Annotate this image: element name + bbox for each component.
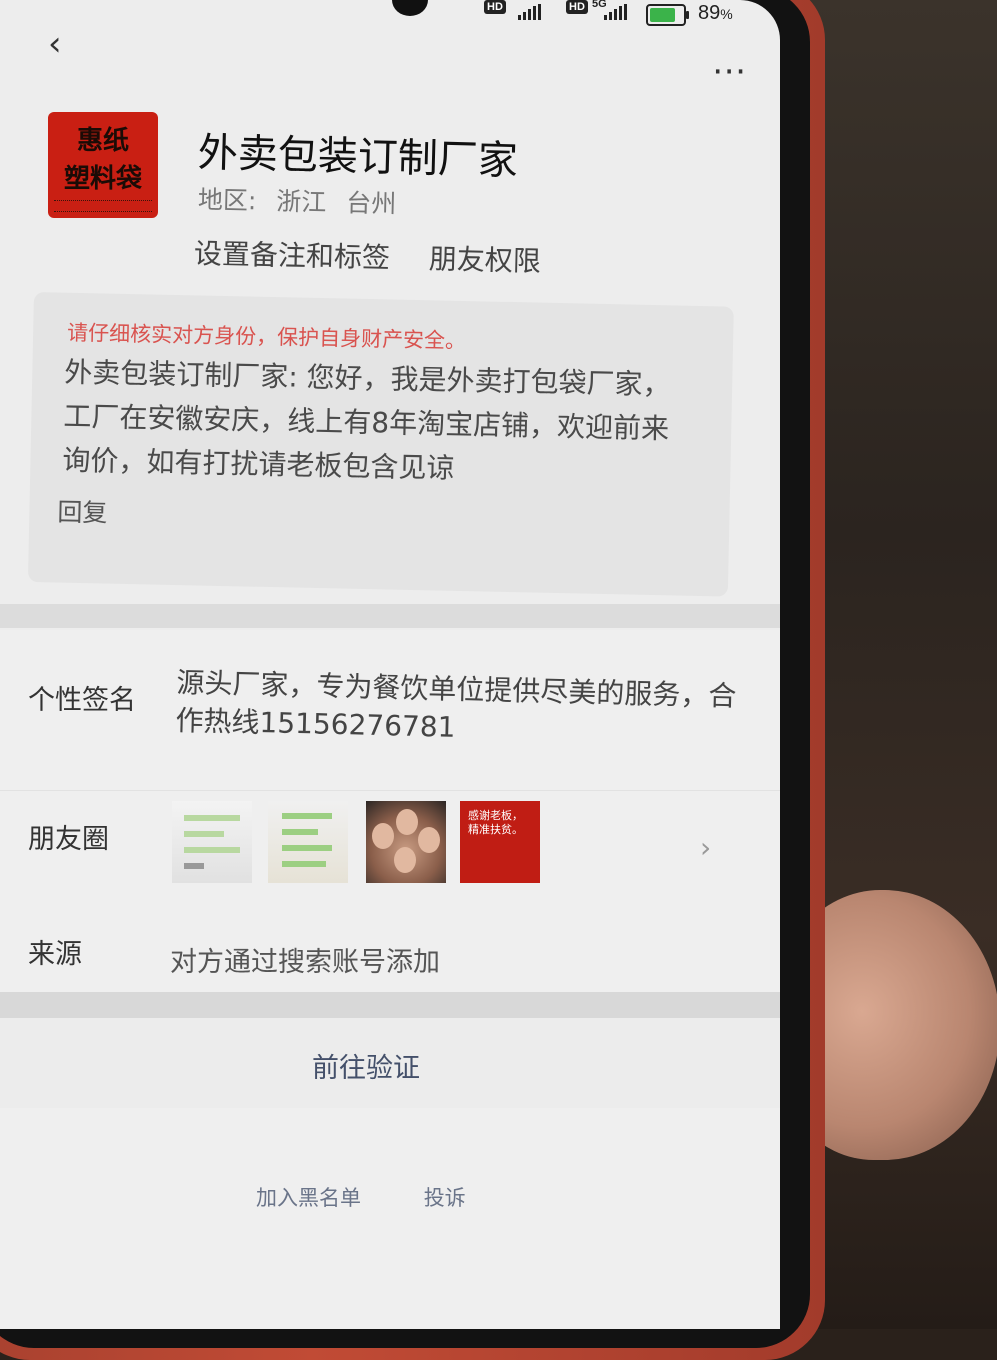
friend-request-card: 请仔细核实对方身份，保护自身财产安全。 外卖包装订制厂家: 您好，我是外卖打包袋… <box>27 292 734 597</box>
region-label: 地区: <box>197 185 257 216</box>
hd-badge: HD <box>566 0 588 14</box>
bottom-area: 加入黑名单 投诉 <box>0 1108 780 1329</box>
section-divider <box>0 604 780 628</box>
chevron-right-icon[interactable]: › <box>700 831 711 864</box>
moments-label: 朋友圈 <box>28 824 109 855</box>
status-bar: HD HD 5G 89% <box>0 0 780 28</box>
contact-name: 外卖包装订制厂家 <box>197 130 519 185</box>
hd-badge: HD <box>484 0 506 14</box>
camera-notch <box>392 0 428 16</box>
moments-thumbnail[interactable] <box>366 801 446 883</box>
source-row: 来源 对方通过搜索账号添加 <box>0 900 780 992</box>
avatar-text: 塑料袋 <box>63 164 142 194</box>
signal-icon <box>518 4 541 20</box>
report-link[interactable]: 投诉 <box>424 1186 466 1210</box>
battery-icon <box>646 4 689 26</box>
set-remark-link[interactable]: 设置备注和标签 <box>194 237 391 274</box>
avatar-text: 惠纸 <box>76 126 129 156</box>
moments-thumbnail[interactable] <box>172 801 252 883</box>
region-city: 台州 <box>345 188 397 219</box>
signal-5g-icon <box>604 4 627 20</box>
blacklist-link[interactable]: 加入黑名单 <box>256 1186 361 1210</box>
source-text: 对方通过搜索账号添加 <box>170 947 440 978</box>
signature-label: 个性签名 <box>28 685 136 716</box>
verify-button[interactable]: 前往验证 <box>312 1046 420 1085</box>
moments-row[interactable]: 朋友圈 感谢老板，精准扶贫。 › <box>0 790 780 901</box>
more-icon[interactable]: ⋯ <box>712 54 747 88</box>
verify-row[interactable]: 前往验证 <box>0 1018 780 1108</box>
section-divider <box>0 992 780 1018</box>
bottom-links: 加入黑名单 投诉 <box>256 1182 522 1212</box>
thumbnail-caption: 感谢老板，精准扶贫。 <box>468 809 523 836</box>
battery-percent: 89% <box>698 2 733 24</box>
signature-text: 源头厂家，专为餐饮单位提供尽美的服务，合作热线15156276781 <box>175 666 737 744</box>
signature-row: 个性签名 源头厂家，专为餐饮单位提供尽美的服务，合作热线15156276781 <box>0 630 780 790</box>
friend-permission-link[interactable]: 朋友权限 <box>428 242 541 278</box>
region-province: 浙江 <box>276 186 327 217</box>
security-warning: 请仔细核实对方身份，保护自身财产安全。 <box>66 320 467 354</box>
avatar[interactable]: 惠纸 塑料袋 <box>48 112 158 218</box>
request-message: 外卖包装订制厂家: 您好，我是外卖打包袋厂家，工厂在安徽安庆，线上有8年淘宝店铺… <box>62 355 671 485</box>
moments-thumbnail[interactable]: 感谢老板，精准扶贫。 <box>460 801 540 883</box>
moments-thumbnail[interactable] <box>268 801 348 883</box>
avatar-fine-print <box>54 200 152 212</box>
reply-button[interactable]: 回复 <box>57 493 108 530</box>
source-label: 来源 <box>28 939 82 970</box>
back-icon[interactable]: ‹ <box>48 24 80 64</box>
profile-actions: 设置备注和标签 朋友权限 <box>194 232 572 281</box>
region: 地区: 浙江 台州 <box>198 180 409 221</box>
phone-screen: HD HD 5G 89% ‹ ⋯ 惠纸 塑料袋 外卖包装订制厂家 地区: 浙江 … <box>0 0 780 1329</box>
